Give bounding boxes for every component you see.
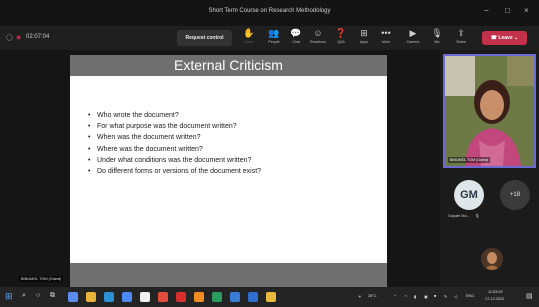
apps-label: Apps [359, 40, 369, 44]
camera-button[interactable]: ▶ Camera [402, 28, 424, 50]
people-label: People [268, 40, 280, 44]
excel-icon[interactable] [212, 292, 222, 302]
chat-button[interactable]: 💬 Chat [285, 28, 307, 50]
task-view-icon[interactable]: ⧉ [50, 292, 55, 300]
share-button[interactable]: ⇪ Share [450, 28, 472, 50]
camera-icon: ▶ [409, 28, 417, 38]
chat-icon: 💬 [290, 28, 302, 38]
file-explorer-icon[interactable] [86, 292, 96, 302]
phone-icon: ☎ [490, 35, 498, 41]
request-control-button[interactable]: Request control [177, 30, 232, 46]
start-icon[interactable]: ⊞ [5, 291, 13, 302]
display-icon[interactable]: ▣ [424, 294, 428, 299]
minimize-button[interactable]: − [484, 6, 489, 15]
weather-icon[interactable]: ☀ [358, 294, 361, 299]
mic-off-icon: 🎙 [474, 214, 480, 218]
edge-icon[interactable] [68, 292, 78, 302]
meeting-toolbar: ◯ ◉ 02:07:04 Request control ✋ Raise 👥 Peop… [0, 26, 539, 50]
leave-button[interactable]: ☎ Leave ⌄ [482, 31, 527, 45]
raise-hand-icon: ✋ [243, 28, 255, 38]
slide-bullet: Under what conditions was the document w… [88, 155, 261, 166]
qna-button[interactable]: ❓ Q&A [330, 28, 352, 50]
participant-video[interactable]: BINUMOL TOM (Guest) [443, 54, 536, 168]
slide-title-bar: External Criticism [70, 55, 387, 76]
qna-label: Q&A [337, 40, 345, 44]
more-icon: ••• [381, 28, 391, 38]
title-bar: Short Term Course on Research Methodolog… [0, 0, 539, 26]
slide-body: Who wrote the document? For what purpose… [70, 76, 387, 263]
more-label: More [381, 40, 391, 44]
outlook-icon[interactable] [104, 292, 114, 302]
participant-name: Gayatri Ma... [448, 214, 470, 218]
mic-label: Mic [434, 40, 440, 44]
battery-icon[interactable]: ▮ [414, 294, 416, 299]
raise-hand-button[interactable]: ✋ Raise [238, 28, 260, 50]
participant-avatar-photo[interactable] [481, 248, 503, 270]
people-button[interactable]: 👥 People [263, 28, 285, 50]
chrome-icon[interactable] [266, 292, 276, 302]
more-button[interactable]: ••• More [375, 28, 397, 50]
acrobat-icon[interactable] [176, 292, 186, 302]
participant-name-tag: BINUMOL TOM (Guest) [448, 157, 491, 163]
meeting-timer: 02:07:04 [26, 34, 50, 40]
reactions-label: Reactions [310, 40, 326, 44]
participant-photo [445, 56, 534, 166]
notification-icon[interactable]: ▤ [526, 292, 533, 300]
apps-button[interactable]: ⊞ Apps [353, 28, 375, 50]
camera-tray-icon[interactable]: ■ [434, 294, 436, 298]
share-icon: ⇪ [457, 28, 465, 38]
slide-bullet: Where was the document written? [88, 144, 261, 155]
slide-title: External Criticism [174, 57, 283, 73]
pen-icon[interactable]: ✎ [444, 294, 447, 299]
more-participants-badge[interactable]: +18 [500, 180, 530, 210]
apps-icon: ⊞ [360, 28, 368, 38]
leave-label: Leave [498, 35, 513, 41]
avatar-photo-image [481, 248, 503, 270]
slide-bullet: Who wrote the document? [88, 110, 261, 121]
qna-icon: ❓ [335, 28, 347, 38]
word-icon[interactable] [122, 292, 132, 302]
recording-icon: ◉ [16, 35, 22, 41]
teams-icon[interactable] [230, 292, 240, 302]
maximize-button[interactable]: □ [505, 6, 510, 15]
volume-icon[interactable]: ◁ [454, 294, 457, 299]
onedrive-icon[interactable] [248, 292, 258, 302]
language-indicator[interactable]: ENG [466, 294, 474, 298]
mic-icon: 🎙 [431, 28, 443, 38]
store-icon[interactable] [140, 292, 150, 302]
window-title: Short Term Course on Research Methodolog… [208, 8, 331, 14]
close-button[interactable]: × [524, 6, 529, 15]
chat-label: Chat [292, 40, 300, 44]
slide-footer-bar [70, 263, 387, 287]
reactions-icon: ☺ [313, 28, 323, 38]
shield-icon: ◯ [6, 35, 13, 41]
reactions-button[interactable]: ☺ Reactions [307, 28, 329, 50]
slide-bullet: Do different forms or versions of the do… [88, 166, 261, 177]
powerpoint-icon[interactable] [158, 292, 168, 302]
windows-taskbar: ⊞ ⌕ ○ ⧉ ☀ 28°C ^ ◠ ▮ ▣ ■ ✎ ◁ ENG 11:53:0… [0, 287, 539, 307]
clock-time[interactable]: 11:53:09 [488, 290, 503, 294]
presenter-name-tag: BINUMOL TOM (Guest) [19, 276, 64, 282]
weather-temp: 28°C [368, 294, 377, 298]
network-icon[interactable]: ◠ [404, 294, 407, 299]
chevron-down-icon[interactable]: ⌄ [514, 35, 518, 41]
camera-label: Camera [406, 40, 420, 44]
cortana-icon[interactable]: ○ [36, 292, 40, 299]
slide-bullet: When was the document written? [88, 132, 261, 143]
raise-hand-label: Raise [244, 40, 254, 44]
participant-name-label: Gayatri Ma... 🎙 [448, 213, 480, 218]
people-icon: 👥 [268, 28, 280, 38]
slide-bullet: For what purpose was the document writte… [88, 121, 261, 132]
tray-chevron-icon[interactable]: ^ [394, 294, 396, 298]
search-icon[interactable]: ⌕ [22, 292, 26, 300]
slide-bullet-list: Who wrote the document? For what purpose… [88, 110, 261, 177]
firefox-icon[interactable] [194, 292, 204, 302]
mic-button[interactable]: 🎙 Mic [426, 28, 448, 50]
clock-date[interactable]: 17-12-2022 [485, 297, 504, 301]
participant-avatar-gm[interactable]: GM [454, 180, 484, 210]
share-label: Share [456, 40, 466, 44]
